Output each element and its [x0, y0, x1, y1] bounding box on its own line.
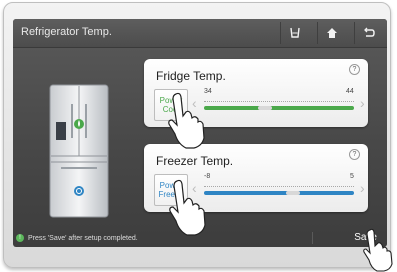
freezer-slider-thumb[interactable] [285, 191, 300, 195]
status-text: Press 'Save' after setup completed. [28, 234, 138, 242]
divider [312, 232, 313, 244]
page-title: Refrigerator Temp. [21, 26, 112, 38]
freezer-max-label: 5 [350, 173, 354, 180]
home-icon[interactable] [317, 22, 346, 44]
fridge-slider-thumb[interactable] [258, 106, 273, 110]
refrigerator-illustration [49, 84, 109, 218]
top-bar: Refrigerator Temp. [13, 19, 387, 48]
increase-chevron-icon[interactable]: › [360, 95, 365, 111]
back-icon[interactable] [354, 22, 383, 44]
filter-icon[interactable] [280, 22, 309, 44]
fridge-temp-title: Fridge Temp. [156, 69, 226, 83]
info-icon: ! [16, 234, 24, 242]
fridge-slider-track[interactable] [204, 106, 354, 110]
freezer-temp-title: Freezer Temp. [156, 154, 234, 168]
status-message: ! Press 'Save' after setup completed. [16, 234, 138, 242]
freezer-slider-track[interactable] [204, 191, 354, 195]
help-icon[interactable]: ? [349, 64, 360, 75]
increase-chevron-icon[interactable]: › [360, 180, 365, 196]
pointing-hand-icon [169, 179, 206, 236]
fridge-max-label: 44 [346, 88, 354, 95]
fridge-tick-marks [204, 101, 354, 103]
freezer-tick-marks [204, 186, 354, 188]
pointing-hand-icon [363, 228, 393, 272]
help-icon[interactable]: ? [349, 149, 360, 160]
pointing-hand-icon [168, 92, 205, 149]
